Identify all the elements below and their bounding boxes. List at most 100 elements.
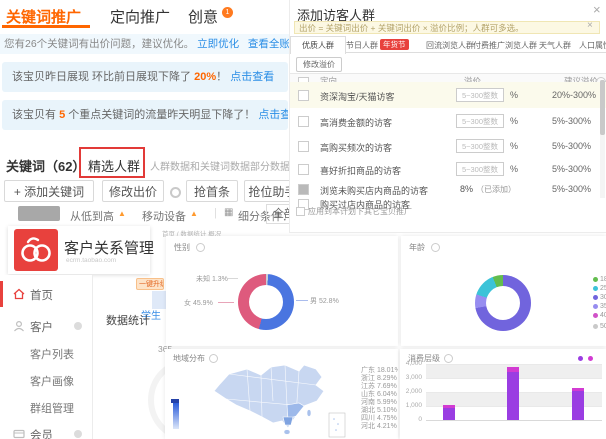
modify-bid-button[interactable]: 修改出价 (102, 180, 164, 202)
premium-input[interactable] (456, 162, 504, 176)
tab-festival-audience[interactable]: 节日人群 (346, 40, 378, 51)
tab-paid-promo-browsers[interactable]: 付费推广浏览人群 (473, 40, 537, 51)
legend-dot (593, 313, 598, 318)
sidebar-item-customers[interactable]: 客户 (0, 313, 92, 339)
table-row[interactable]: 购买过店内商品的访客 (290, 198, 606, 206)
bar-series (400, 349, 606, 439)
legend-item[interactable]: 18-24 (593, 276, 606, 283)
sidebar-label: 客户 (30, 319, 53, 335)
donut-hole (486, 286, 520, 320)
leader-line (228, 278, 238, 279)
view-account-bids-link[interactable]: 查看全账户出价 (248, 38, 290, 50)
collapse-dot-icon[interactable] (74, 322, 82, 330)
add-keyword-button[interactable]: + 添加关键词 (4, 180, 94, 202)
apply-label: 应用到本计划下其它宝贝推广 (308, 207, 412, 216)
collapse-dot-icon[interactable] (74, 430, 82, 438)
table-row[interactable]: 高消费金额的访客 % 5%-300% (290, 108, 606, 135)
upgrade-banner-fragment[interactable]: 一键升级 新功能 (136, 278, 164, 290)
apply-to-plan[interactable]: 应用到本计划下其它宝贝推广 (296, 206, 412, 217)
panel-title: 年龄 (409, 242, 425, 253)
optimize-now-link[interactable]: 立即优化 (197, 38, 239, 50)
active-indicator (0, 281, 3, 307)
premium-input[interactable] (456, 88, 504, 102)
tab-quality-audience[interactable]: 优质人群 (290, 36, 346, 54)
gear-icon[interactable] (170, 187, 181, 198)
note-close-icon[interactable]: × (587, 20, 593, 31)
sort-low-to-high[interactable]: 从低到高 (70, 208, 114, 224)
donut-hole (249, 285, 283, 319)
region-name: 河北 (361, 423, 375, 430)
alert-view-link[interactable]: 点击查看 (258, 109, 288, 121)
filter-value-chip[interactable]: 全部 (266, 204, 291, 224)
legend-item[interactable]: 25-29 (593, 285, 606, 292)
premium-input[interactable] (456, 114, 504, 128)
sidebar-label: 首页 (30, 287, 53, 303)
modify-premium-button[interactable]: 修改溢价 (296, 57, 342, 72)
sort-chip[interactable] (18, 206, 60, 221)
table-row[interactable]: 喜好折扣商品的访客 % 5%-300% (290, 158, 606, 181)
sidebar-item-customer-list[interactable]: 客户列表 (0, 340, 92, 366)
tab-keyword-promotion[interactable]: 关键词推广 (6, 6, 81, 27)
sort-mobile-device[interactable]: 移动设备 (142, 208, 186, 224)
legend-item[interactable]: 35-39 (593, 303, 606, 310)
table-row[interactable]: 资深淘宝/天猫访客 % 20%-300% (290, 82, 606, 109)
rank-helper-button[interactable]: 抢位助手 ▾ (244, 180, 291, 202)
table-row[interactable]: 浏览未购买店内商品的访客 8% （已添加） 5%-300% (290, 180, 606, 199)
legend-dot (593, 286, 598, 291)
grab-first-button[interactable]: 抢首条 (186, 180, 238, 202)
sidebar-label: 群组管理 (30, 400, 74, 416)
row-checkbox[interactable] (298, 141, 309, 152)
row-checkbox[interactable] (298, 116, 309, 127)
added-tag: （已添加） (476, 184, 516, 195)
annotation-box (79, 147, 145, 178)
crm-title: 客户关系管理 (64, 237, 154, 258)
audience-name: 资深淘宝/天猫访客 (320, 90, 395, 103)
notice-text: 您有26个关键词有出价问题，建议优化。 (4, 38, 194, 50)
row-checkbox[interactable] (298, 164, 309, 175)
audience-name: 高购买频次的访客 (320, 141, 392, 154)
scrollbar-thumb[interactable] (600, 80, 605, 135)
audience-name: 浏览未购买店内商品的访客 (320, 184, 428, 197)
close-icon[interactable]: × (593, 2, 601, 17)
subtab-keywords[interactable]: 关键词（62） (6, 156, 85, 175)
sidebar-item-members[interactable]: 会员 (0, 421, 92, 439)
bar (572, 388, 584, 420)
premium-formula-note: 出价 = 关键词出价 + 关键词出价 × 溢价比例；人群可多选。 (294, 21, 600, 34)
dialog-scrollbar[interactable] (600, 80, 605, 198)
suggest-range: 5%-300% (552, 116, 591, 126)
home-icon (13, 288, 25, 300)
info-icon[interactable] (196, 243, 205, 252)
china-map[interactable] (203, 361, 355, 439)
ztc-window: 关键词推广 定向推广 创意 1 您有26个关键词有出价问题，建议优化。 立即优化… (0, 0, 291, 226)
premium-input[interactable] (456, 139, 504, 153)
legend-label: 25-29 (600, 285, 606, 292)
alert-text-post: 个重点关键词的流量昨天明显下降了！ (65, 109, 258, 121)
sidebar-item-group-management[interactable]: 群组管理 (0, 394, 92, 420)
alert-metric: 20% (194, 71, 216, 83)
subtab-note: 人群数据和关键词数据部分数据重合 (150, 158, 290, 173)
row-checkbox[interactable] (298, 90, 309, 101)
sidebar-item-home[interactable]: 首页 (0, 281, 92, 307)
row-checkbox[interactable] (298, 184, 309, 195)
legend-item[interactable]: 30-34 (593, 294, 606, 301)
suggest-range: 20%-300% (552, 90, 596, 100)
tab-targeted-promotion[interactable]: 定向推广 (110, 6, 170, 27)
tab-returning-browsers[interactable]: 回流浏览人群 (426, 40, 474, 51)
crm-logo[interactable] (14, 229, 58, 271)
leader-line (296, 300, 308, 301)
tab-creative[interactable]: 创意 (188, 6, 218, 27)
sidebar-item-customer-profile[interactable]: 客户画像 (0, 367, 92, 393)
section-title: 数据统计 (106, 312, 150, 328)
impression-drop-alert: 该宝贝昨日展现 环比前日展现下降了 20%！ 点击查看 (2, 62, 288, 92)
alert-view-link[interactable]: 点击查看 (230, 71, 274, 83)
legend-item[interactable]: 40-49 (593, 312, 606, 319)
unit-label: % (510, 141, 518, 151)
leader-line (218, 302, 234, 303)
info-icon[interactable] (431, 243, 440, 252)
tab-demographic-audience[interactable]: 人口属性人群 (579, 40, 606, 51)
tab-weather-audience[interactable]: 天气人群 (539, 40, 571, 51)
legend-item[interactable]: 50以上 (593, 321, 606, 331)
apply-checkbox[interactable] (296, 207, 305, 216)
unit-label: % (510, 90, 518, 100)
table-row[interactable]: 高购买频次的访客 % 5%-300% (290, 134, 606, 159)
